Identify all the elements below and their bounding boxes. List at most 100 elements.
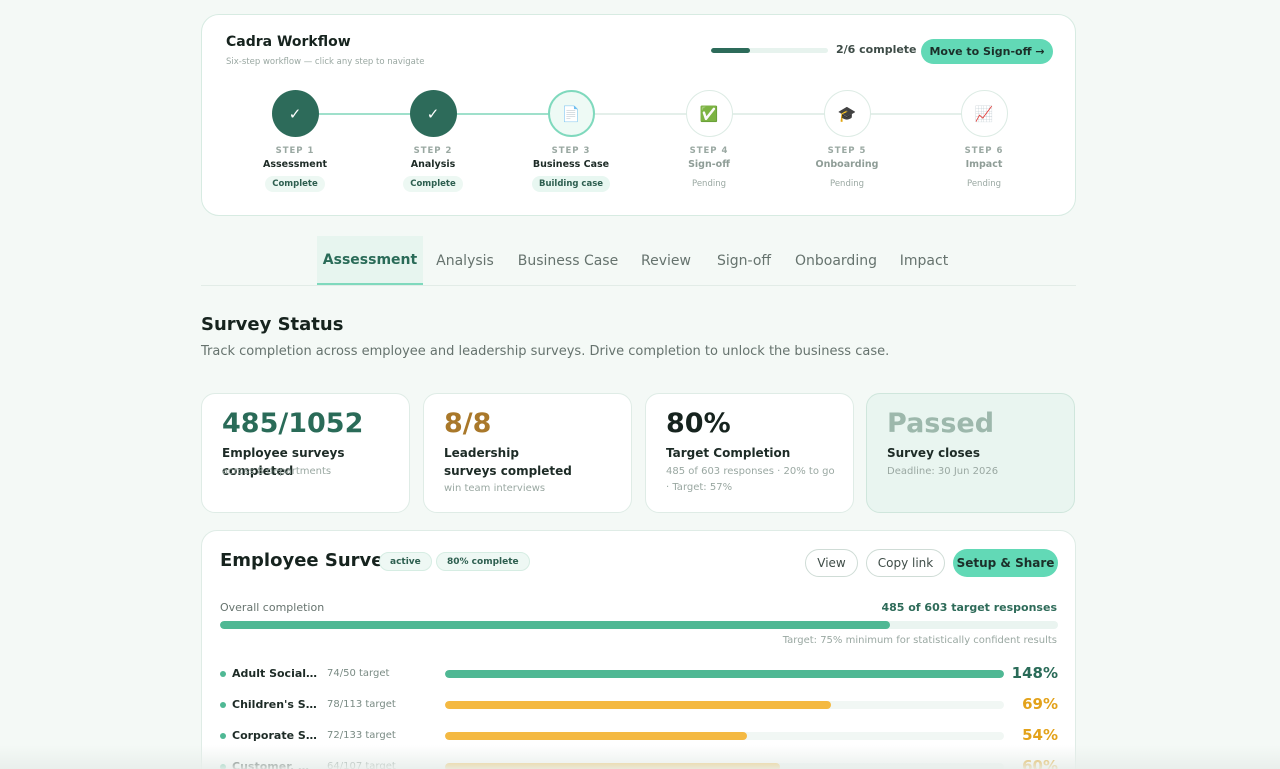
department-dot-icon [220,671,226,677]
department-target: 72/133 target [327,730,396,741]
tab-impact[interactable]: Impact [893,236,955,285]
step-number: STEP 1 [275,146,315,156]
step-name: Assessment [262,159,328,170]
section-tabs: Assessment Analysis Business Case Review… [201,236,1076,286]
step-number: STEP 5 [827,146,867,156]
tab-onboarding[interactable]: Onboarding [791,236,881,285]
status-badge: active [379,552,432,571]
department-progress-fill [445,670,1004,678]
department-progress-bar [445,763,1004,769]
step-status-pill: Complete [265,176,325,192]
stat-label: Target Completion [666,446,791,460]
move-to-signoff-button[interactable]: Move to Sign-off → [921,39,1053,64]
workflow-step-4[interactable]: ✅ STEP 4 Sign-off Pending [649,90,769,192]
stat-value: 80% [666,408,731,439]
department-target: 74/50 target [327,668,390,679]
department-percent: 54% [1022,726,1058,744]
department-dot-icon [220,764,226,769]
department-target: 64/107 target [327,761,396,769]
step-name: Sign-off [688,159,730,170]
workflow-step-1[interactable]: ✓ STEP 1 Assessment Complete [235,90,355,192]
survey-status-title: Survey Status [201,314,344,335]
workflow-progress-text: 2/6 complete [836,43,917,56]
target-note: Target: 75% minimum for statistically co… [782,635,1057,646]
workflow-step-3[interactable]: 📄 STEP 3 Business Case Building case [511,90,631,192]
tab-analysis[interactable]: Analysis [429,236,501,285]
step-number: STEP 2 [413,146,453,156]
tab-sign-off[interactable]: Sign-off [709,236,779,285]
stat-card-deadline: Passed Survey closes Deadline: 30 Jun 20… [866,393,1075,513]
stat-note: across 8 departments [222,466,332,477]
department-name: Adult Social Care [232,667,318,680]
department-percent: 148% [1011,664,1058,682]
employee-survey-card: Employee Survey active 80% complete View… [201,530,1076,769]
workflow-connector-pending [571,113,984,115]
tab-review[interactable]: Review [635,236,697,285]
chart-up-icon: 📈 [960,90,1008,137]
completion-badge: 80% complete [436,552,530,571]
graduation-cap-icon: 🎓 [823,90,871,137]
step-status-pill: Pending [830,179,864,189]
overall-completion-label: Overall completion [220,601,325,614]
step-status-pill: Complete [403,176,463,192]
department-dot-icon [220,702,226,708]
tab-business-case[interactable]: Business Case [511,236,625,285]
department-target: 78/113 target [327,699,396,710]
overall-completion-fill [220,621,891,629]
step-number: STEP 4 [689,146,729,156]
stat-card-target: 80% Target Completion 485 of 603 respons… [645,393,854,513]
department-percent: 69% [1022,695,1058,713]
step-status-pill: Pending [967,179,1001,189]
workflow-progress-bar [711,48,828,53]
stat-value: 485/1052 [222,408,364,439]
tab-assessment[interactable]: Assessment [317,236,423,285]
workflow-step-6[interactable]: 📈 STEP 6 Impact Pending [924,90,1044,192]
view-button[interactable]: View [805,549,858,577]
overall-completion-responses: 485 of 603 target responses [881,601,1057,614]
department-percent: 60% [1022,757,1058,769]
step-name: Impact [965,159,1003,170]
stat-card-employee: 485/1052 Employee surveys completed acro… [201,393,410,513]
stat-note: 485 of 603 responses · 20% to go · Targe… [666,466,835,493]
department-name: Customer, Digital [232,760,318,769]
step-name: Business Case [532,159,610,170]
department-progress-fill [445,763,781,769]
stat-label: Leadership surveys completed [444,446,572,478]
employee-survey-title: Employee Survey [220,550,396,571]
department-row: Children's Services 78/113 target 69% [220,695,1058,715]
step-name: Onboarding [815,159,879,170]
stat-value: Passed [887,408,995,439]
overall-completion-bar [220,621,1058,629]
workflow-subtitle: Six-step workflow — click any step to na… [226,57,425,67]
copy-link-button[interactable]: Copy link [866,549,945,577]
department-progress-bar [445,732,1004,740]
document-icon: 📄 [547,90,595,137]
workflow-title: Cadra Workflow [226,34,351,50]
stat-note: Deadline: 30 Jun 2026 [887,466,999,477]
workflow-progress-fill [711,48,750,53]
workflow-step-2[interactable]: ✓ STEP 2 Analysis Complete [373,90,493,192]
department-name: Corporate Services [232,729,318,742]
workflow-card: Cadra Workflow Six-step workflow — click… [201,14,1076,216]
department-progress-fill [445,701,831,709]
survey-status-subtitle: Track completion across employee and lea… [201,344,890,359]
check-box-icon: ✅ [685,90,733,137]
stat-card-leadership: 8/8 Leadership surveys completed win tea… [423,393,632,513]
department-dot-icon [220,733,226,739]
department-row: Customer, Digital 64/107 target 60% [220,757,1058,769]
step-status-pill: Building case [531,176,611,192]
department-name: Children's Services [232,698,318,711]
department-progress-bar [445,670,1004,678]
step-number: STEP 3 [551,146,591,156]
step-number: STEP 6 [964,146,1004,156]
department-row: Adult Social Care 74/50 target 148% [220,664,1058,684]
check-icon: ✓ [271,90,319,137]
department-progress-bar [445,701,1004,709]
check-icon: ✓ [409,90,457,137]
stat-label: Survey closes [887,446,980,460]
workflow-step-5[interactable]: 🎓 STEP 5 Onboarding Pending [787,90,907,192]
stat-note: win team interviews [444,483,546,494]
department-progress-fill [445,732,747,740]
step-name: Analysis [410,159,456,170]
setup-share-button[interactable]: Setup & Share [953,549,1058,577]
